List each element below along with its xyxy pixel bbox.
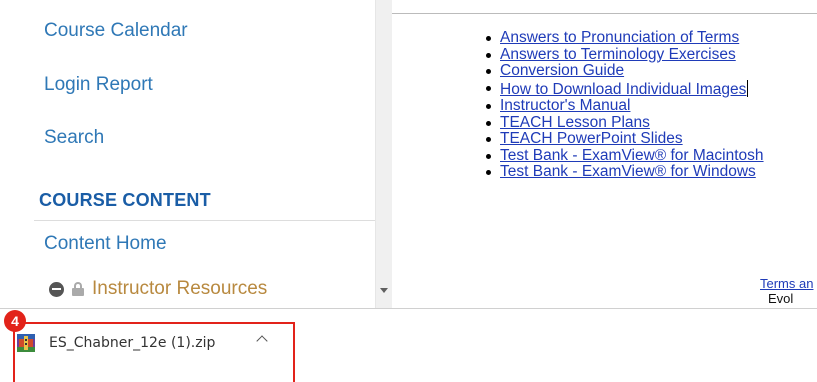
course-sidebar: Course Calendar Login Report Search COUR… [17,0,384,308]
list-item: Conversion Guide [486,62,764,80]
zip-archive-icon [16,333,36,353]
nav-content-home[interactable]: Content Home [44,233,167,255]
download-file-name: ES_Chabner_12e (1).zip [49,335,216,351]
scroll-down-arrow-icon[interactable] [380,288,388,293]
nav-search[interactable]: Search [44,127,104,149]
lock-icon [72,281,84,296]
nav-course-calendar[interactable]: Course Calendar [44,20,188,42]
link-download-images[interactable]: How to Download Individual Images [500,81,746,98]
sidebar-scrollbar[interactable] [375,0,392,308]
collapse-minus-icon[interactable] [49,281,64,297]
content-top-divider [392,13,817,14]
download-item[interactable]: ES_Chabner_12e (1).zip [16,328,215,358]
link-conversion-guide[interactable]: Conversion Guide [500,62,624,79]
list-item: TEACH PowerPoint Slides [486,130,764,148]
link-teach-lesson-plans[interactable]: TEACH Lesson Plans [500,114,650,131]
footer-evolve-text: Evol [768,291,794,306]
list-item: Test Bank - ExamView® for Macintosh [486,147,764,165]
section-divider [34,220,384,221]
list-item: Test Bank - ExamView® for Windows [486,163,764,181]
list-item: TEACH Lesson Plans [486,114,764,132]
section-heading-course-content: COURSE CONTENT [39,190,211,210]
resource-link-list: Answers to Pronunciation of Terms Answer… [486,29,764,181]
list-item: Instructor's Manual [486,97,764,115]
link-teach-powerpoint[interactable]: TEACH PowerPoint Slides [500,130,683,147]
list-item: How to Download Individual Images [486,79,764,99]
list-item: Answers to Terminology Exercises [486,46,764,64]
footer-terms-link[interactable]: Terms an [760,276,813,291]
nav-instructor-resources[interactable]: Instructor Resources [49,276,267,302]
link-terminology-answers[interactable]: Answers to Terminology Exercises [500,46,736,63]
link-test-bank-mac[interactable]: Test Bank - ExamView® for Macintosh [500,147,764,164]
link-pronunciation-answers[interactable]: Answers to Pronunciation of Terms [500,29,739,46]
resource-content: Answers to Pronunciation of Terms Answer… [392,0,817,308]
link-test-bank-windows[interactable]: Test Bank - ExamView® for Windows [500,163,756,180]
text-cursor [747,79,749,97]
nav-login-report[interactable]: Login Report [44,74,153,96]
list-item: Answers to Pronunciation of Terms [486,29,764,47]
instructor-resources-label: Instructor Resources [92,278,268,299]
link-instructors-manual[interactable]: Instructor's Manual [500,97,630,114]
